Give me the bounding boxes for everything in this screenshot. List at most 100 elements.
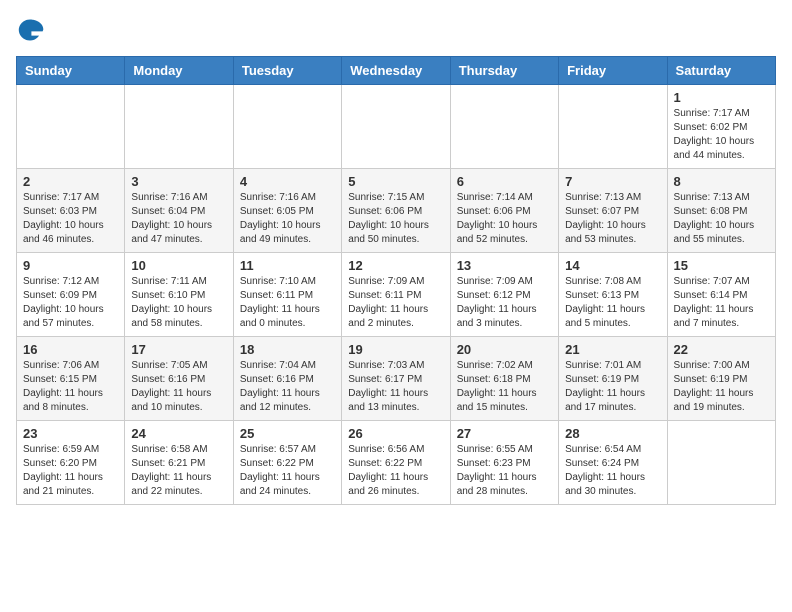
day-info: Sunrise: 7:10 AM Sunset: 6:11 PM Dayligh…	[240, 275, 335, 331]
calendar-day-cell	[450, 85, 558, 169]
calendar-day-cell	[233, 85, 341, 169]
calendar-day-cell: 24 Sunrise: 6:58 AM Sunset: 6:21 PM Dayli…	[125, 421, 233, 505]
day-number: 23	[23, 426, 118, 441]
day-info: Sunrise: 7:13 AM Sunset: 6:08 PM Dayligh…	[674, 191, 769, 247]
calendar-day-cell: 14 Sunrise: 7:08 AM Sunset: 6:13 PM Dayli…	[559, 253, 667, 337]
day-info: Sunrise: 7:17 AM Sunset: 6:02 PM Dayligh…	[674, 107, 769, 163]
calendar-week-row: 2Sunrise: 7:17 AM Sunset: 6:03 PM Daylig…	[17, 169, 776, 253]
day-number: 16	[23, 342, 118, 357]
day-of-week-header: Sunday	[17, 57, 125, 85]
day-number: 1	[674, 90, 769, 105]
day-info: Sunrise: 7:11 AM Sunset: 6:10 PM Dayligh…	[131, 275, 226, 331]
header-row: SundayMondayTuesdayWednesdayThursdayFrid…	[17, 57, 776, 85]
calendar-day-cell: 6Sunrise: 7:14 AM Sunset: 6:06 PM Daylig…	[450, 169, 558, 253]
calendar-day-cell: 8 Sunrise: 7:13 AM Sunset: 6:08 PM Daylig…	[667, 169, 775, 253]
calendar-week-row: 23 Sunrise: 6:59 AM Sunset: 6:20 PM Dayli…	[17, 421, 776, 505]
day-number: 28	[565, 426, 660, 441]
day-number: 15	[674, 258, 769, 273]
day-info: Sunrise: 7:08 AM Sunset: 6:13 PM Dayligh…	[565, 275, 660, 331]
calendar-day-cell	[17, 85, 125, 169]
calendar-day-cell: 15 Sunrise: 7:07 AM Sunset: 6:14 PM Dayli…	[667, 253, 775, 337]
calendar-day-cell: 12 Sunrise: 7:09 AM Sunset: 6:11 PM Dayli…	[342, 253, 450, 337]
day-of-week-header: Thursday	[450, 57, 558, 85]
day-info: Sunrise: 6:56 AM Sunset: 6:22 PM Dayligh…	[348, 443, 443, 499]
calendar-week-row: 1 Sunrise: 7:17 AM Sunset: 6:02 PM Daylig…	[17, 85, 776, 169]
day-number: 9	[23, 258, 118, 273]
calendar-day-cell: 22 Sunrise: 7:00 AM Sunset: 6:19 PM Dayli…	[667, 337, 775, 421]
day-number: 3	[131, 174, 226, 189]
day-info: Sunrise: 7:02 AM Sunset: 6:18 PM Dayligh…	[457, 359, 552, 415]
day-of-week-header: Saturday	[667, 57, 775, 85]
day-info: Sunrise: 6:55 AM Sunset: 6:23 PM Dayligh…	[457, 443, 552, 499]
calendar-day-cell	[667, 421, 775, 505]
day-number: 24	[131, 426, 226, 441]
day-number: 18	[240, 342, 335, 357]
day-info: Sunrise: 6:58 AM Sunset: 6:21 PM Dayligh…	[131, 443, 226, 499]
day-info: Sunrise: 7:16 AM Sunset: 6:04 PM Dayligh…	[131, 191, 226, 247]
day-number: 27	[457, 426, 552, 441]
day-number: 21	[565, 342, 660, 357]
day-info: Sunrise: 7:15 AM Sunset: 6:06 PM Dayligh…	[348, 191, 443, 247]
calendar-day-cell: 16 Sunrise: 7:06 AM Sunset: 6:15 PM Dayli…	[17, 337, 125, 421]
day-number: 8	[674, 174, 769, 189]
calendar-day-cell: 3 Sunrise: 7:16 AM Sunset: 6:04 PM Daylig…	[125, 169, 233, 253]
calendar-day-cell	[125, 85, 233, 169]
calendar-day-cell: 26 Sunrise: 6:56 AM Sunset: 6:22 PM Dayli…	[342, 421, 450, 505]
day-info: Sunrise: 7:09 AM Sunset: 6:12 PM Dayligh…	[457, 275, 552, 331]
day-of-week-header: Tuesday	[233, 57, 341, 85]
calendar-day-cell: 28Sunrise: 6:54 AM Sunset: 6:24 PM Dayli…	[559, 421, 667, 505]
day-number: 14	[565, 258, 660, 273]
day-number: 6	[457, 174, 552, 189]
calendar-day-cell: 4 Sunrise: 7:16 AM Sunset: 6:05 PM Daylig…	[233, 169, 341, 253]
calendar-day-cell: 7Sunrise: 7:13 AM Sunset: 6:07 PM Daylig…	[559, 169, 667, 253]
calendar-day-cell: 13 Sunrise: 7:09 AM Sunset: 6:12 PM Dayli…	[450, 253, 558, 337]
day-info: Sunrise: 7:04 AM Sunset: 6:16 PM Dayligh…	[240, 359, 335, 415]
page-header	[16, 16, 776, 44]
calendar-body: 1 Sunrise: 7:17 AM Sunset: 6:02 PM Daylig…	[17, 85, 776, 505]
calendar-week-row: 16 Sunrise: 7:06 AM Sunset: 6:15 PM Dayli…	[17, 337, 776, 421]
calendar-day-cell: 21 Sunrise: 7:01 AM Sunset: 6:19 PM Dayli…	[559, 337, 667, 421]
day-info: Sunrise: 7:09 AM Sunset: 6:11 PM Dayligh…	[348, 275, 443, 331]
day-of-week-header: Wednesday	[342, 57, 450, 85]
calendar-day-cell: 11 Sunrise: 7:10 AM Sunset: 6:11 PM Dayli…	[233, 253, 341, 337]
day-number: 26	[348, 426, 443, 441]
calendar-day-cell: 5 Sunrise: 7:15 AM Sunset: 6:06 PM Daylig…	[342, 169, 450, 253]
day-info: Sunrise: 6:57 AM Sunset: 6:22 PM Dayligh…	[240, 443, 335, 499]
day-number: 25	[240, 426, 335, 441]
calendar-day-cell: 20 Sunrise: 7:02 AM Sunset: 6:18 PM Dayli…	[450, 337, 558, 421]
day-number: 5	[348, 174, 443, 189]
day-info: Sunrise: 7:07 AM Sunset: 6:14 PM Dayligh…	[674, 275, 769, 331]
day-number: 4	[240, 174, 335, 189]
day-number: 2	[23, 174, 118, 189]
calendar-table: SundayMondayTuesdayWednesdayThursdayFrid…	[16, 56, 776, 505]
day-info: Sunrise: 7:00 AM Sunset: 6:19 PM Dayligh…	[674, 359, 769, 415]
calendar-day-cell	[559, 85, 667, 169]
day-number: 11	[240, 258, 335, 273]
calendar-day-cell: 17Sunrise: 7:05 AM Sunset: 6:16 PM Dayli…	[125, 337, 233, 421]
calendar-day-cell: 19 Sunrise: 7:03 AM Sunset: 6:17 PM Dayli…	[342, 337, 450, 421]
calendar-header: SundayMondayTuesdayWednesdayThursdayFrid…	[17, 57, 776, 85]
day-number: 20	[457, 342, 552, 357]
logo	[16, 16, 48, 44]
day-number: 13	[457, 258, 552, 273]
day-of-week-header: Monday	[125, 57, 233, 85]
day-info: Sunrise: 6:59 AM Sunset: 6:20 PM Dayligh…	[23, 443, 118, 499]
calendar-week-row: 9 Sunrise: 7:12 AM Sunset: 6:09 PM Daylig…	[17, 253, 776, 337]
day-info: Sunrise: 7:06 AM Sunset: 6:15 PM Dayligh…	[23, 359, 118, 415]
logo-icon	[16, 16, 44, 44]
day-info: Sunrise: 7:12 AM Sunset: 6:09 PM Dayligh…	[23, 275, 118, 331]
day-info: Sunrise: 7:03 AM Sunset: 6:17 PM Dayligh…	[348, 359, 443, 415]
calendar-day-cell: 23 Sunrise: 6:59 AM Sunset: 6:20 PM Dayli…	[17, 421, 125, 505]
day-number: 19	[348, 342, 443, 357]
day-number: 7	[565, 174, 660, 189]
calendar-day-cell: 2Sunrise: 7:17 AM Sunset: 6:03 PM Daylig…	[17, 169, 125, 253]
calendar-day-cell: 25 Sunrise: 6:57 AM Sunset: 6:22 PM Dayli…	[233, 421, 341, 505]
day-info: Sunrise: 7:16 AM Sunset: 6:05 PM Dayligh…	[240, 191, 335, 247]
day-number: 12	[348, 258, 443, 273]
calendar-day-cell: 18 Sunrise: 7:04 AM Sunset: 6:16 PM Dayli…	[233, 337, 341, 421]
calendar-day-cell	[342, 85, 450, 169]
day-info: Sunrise: 7:01 AM Sunset: 6:19 PM Dayligh…	[565, 359, 660, 415]
day-number: 22	[674, 342, 769, 357]
calendar-day-cell: 1 Sunrise: 7:17 AM Sunset: 6:02 PM Daylig…	[667, 85, 775, 169]
day-of-week-header: Friday	[559, 57, 667, 85]
